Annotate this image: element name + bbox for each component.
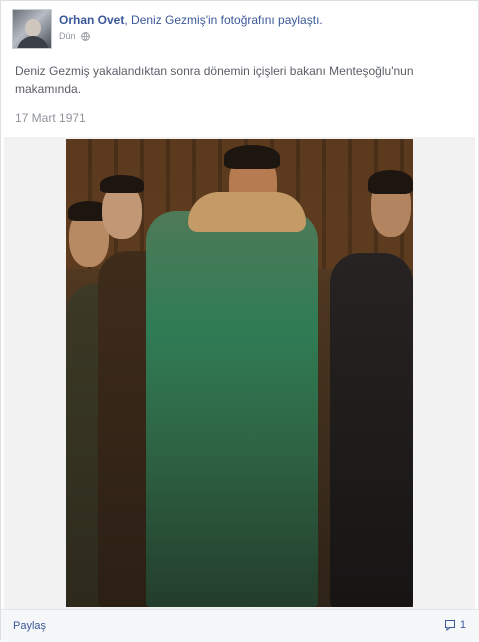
avatar-shoulders: [17, 36, 49, 48]
photo-hair-center: [224, 145, 280, 169]
photo-person-right: [330, 253, 413, 607]
post-meta: Dün: [59, 31, 90, 41]
share-link[interactable]: Paylaş: [13, 620, 46, 632]
photo-hair-right: [368, 170, 413, 194]
post-date-text: 17 Mart 1971: [15, 111, 86, 125]
comments-button[interactable]: 1: [444, 619, 466, 631]
photo-hair-second: [100, 175, 144, 193]
post-action-text: , Deniz Gezmiş'in fotoğrafını paylaştı.: [124, 13, 323, 27]
post-text: Deniz Gezmiş yakalandıktan sonra dönemin…: [15, 64, 414, 96]
avatar-face: [25, 19, 41, 37]
author-name-link[interactable]: Orhan Ovet: [59, 13, 124, 27]
comment-count: 1: [459, 619, 466, 631]
photo-fur-collar: [188, 192, 306, 232]
photo-container[interactable]: [4, 137, 475, 609]
post-time[interactable]: Dün: [59, 31, 76, 41]
photo-person-center: [146, 211, 318, 607]
globe-icon[interactable]: [80, 31, 90, 41]
post-card: Orhan Ovet, Deniz Gezmiş'in fotoğrafını …: [0, 0, 479, 642]
author-avatar[interactable]: [12, 9, 52, 49]
post-footer: Paylaş 1: [1, 609, 479, 642]
post-header: Orhan Ovet, Deniz Gezmiş'in fotoğrafını …: [59, 13, 323, 27]
comment-icon: [444, 620, 455, 631]
shared-photo[interactable]: [66, 139, 413, 607]
